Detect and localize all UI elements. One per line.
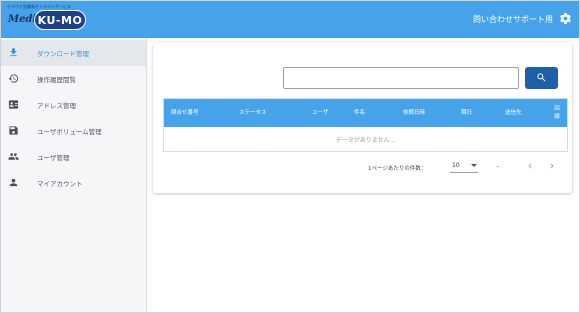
gear-icon[interactable] (559, 12, 572, 25)
column-header-status[interactable]: ステータス (239, 99, 267, 127)
main-content: 問合せ番号 ステータス ユーザ 件名 依頼日時 期日 送信先 回線 データがあり… (148, 38, 579, 312)
sidebar-item-users[interactable]: ユーザ管理 (1, 144, 146, 170)
sidebar-item-label: アドレス管理 (37, 102, 76, 110)
sidebar-item-label: 操作履歴閲覧 (37, 76, 76, 84)
column-header-due-date[interactable]: 期日 (461, 99, 472, 127)
contact-card-icon (8, 100, 19, 109)
column-header-line[interactable]: 回線 (552, 99, 562, 127)
sidebar-item-label: ユーザ管理 (37, 154, 70, 162)
sidebar-item-label: ダウンロード管理 (37, 50, 89, 58)
sidebar-item-address[interactable]: アドレス管理 (1, 92, 146, 118)
logo[interactable]: クラウド型最新オンラインサービス Media KU-MO (7, 4, 97, 34)
rows-per-page-label: 1ページあたりの件数： (368, 166, 427, 172)
column-header-subject[interactable]: 件名 (354, 99, 365, 127)
sidebar-item-history[interactable]: 操作履歴閲覧 (1, 66, 146, 92)
sidebar-item-label: ユーザボリューム管理 (37, 128, 102, 136)
empty-message: データがありません... (335, 137, 396, 144)
rows-per-page-value: 10 (452, 162, 460, 169)
download-icon (10, 48, 17, 57)
chevron-right-icon[interactable] (547, 161, 557, 171)
sidebar-item-volume[interactable]: ユーザボリューム管理 (1, 118, 146, 144)
pagination: 1ページあたりの件数： 10 - (153, 159, 572, 175)
sidebar-item-my-account[interactable]: マイアカウント (1, 170, 146, 196)
inquiry-table: 問合せ番号 ステータス ユーザ 件名 依頼日時 期日 送信先 回線 データがあり… (163, 98, 568, 152)
sidebar: ダウンロード管理 操作履歴閲覧 アドレス管理 ユーザボリューム管理 ユーザ管理 … (1, 38, 147, 312)
person-icon (9, 178, 18, 187)
history-icon (8, 74, 19, 83)
dropdown-arrow-icon (471, 164, 477, 167)
save-icon (9, 126, 18, 135)
sidebar-item-label: マイアカウント (37, 180, 83, 188)
download-panel: 問合せ番号 ステータス ユーザ 件名 依頼日時 期日 送信先 回線 データがあり… (153, 43, 572, 193)
column-header-user[interactable]: ユーザ (312, 99, 328, 127)
table-header: 問合せ番号 ステータス ユーザ 件名 依頼日時 期日 送信先 回線 (164, 99, 567, 127)
search-button[interactable] (525, 67, 558, 89)
app-window: クラウド型最新オンラインサービス Media KU-MO 問い合わせサポート用 … (0, 0, 580, 313)
logo-name: KU-MO (37, 14, 83, 27)
search-input[interactable] (283, 67, 519, 89)
chevron-left-icon[interactable] (525, 161, 535, 171)
rows-per-page-select[interactable]: 10 (450, 159, 478, 173)
support-link[interactable]: 問い合わせサポート用 (473, 14, 553, 25)
sidebar-item-download[interactable]: ダウンロード管理 (1, 40, 146, 66)
people-icon (8, 153, 19, 160)
table-body: データがありません... (164, 127, 567, 151)
top-bar: クラウド型最新オンラインサービス Media KU-MO 問い合わせサポート用 (1, 1, 579, 38)
search-icon (537, 73, 546, 82)
column-header-destination[interactable]: 送信先 (505, 99, 522, 127)
logo-badge: KU-MO (34, 10, 86, 30)
page-range-text: - (497, 163, 500, 170)
column-header-request-datetime[interactable]: 依頼日時 (403, 99, 425, 127)
column-header-inquiry-number[interactable]: 問合せ番号 (171, 99, 199, 127)
